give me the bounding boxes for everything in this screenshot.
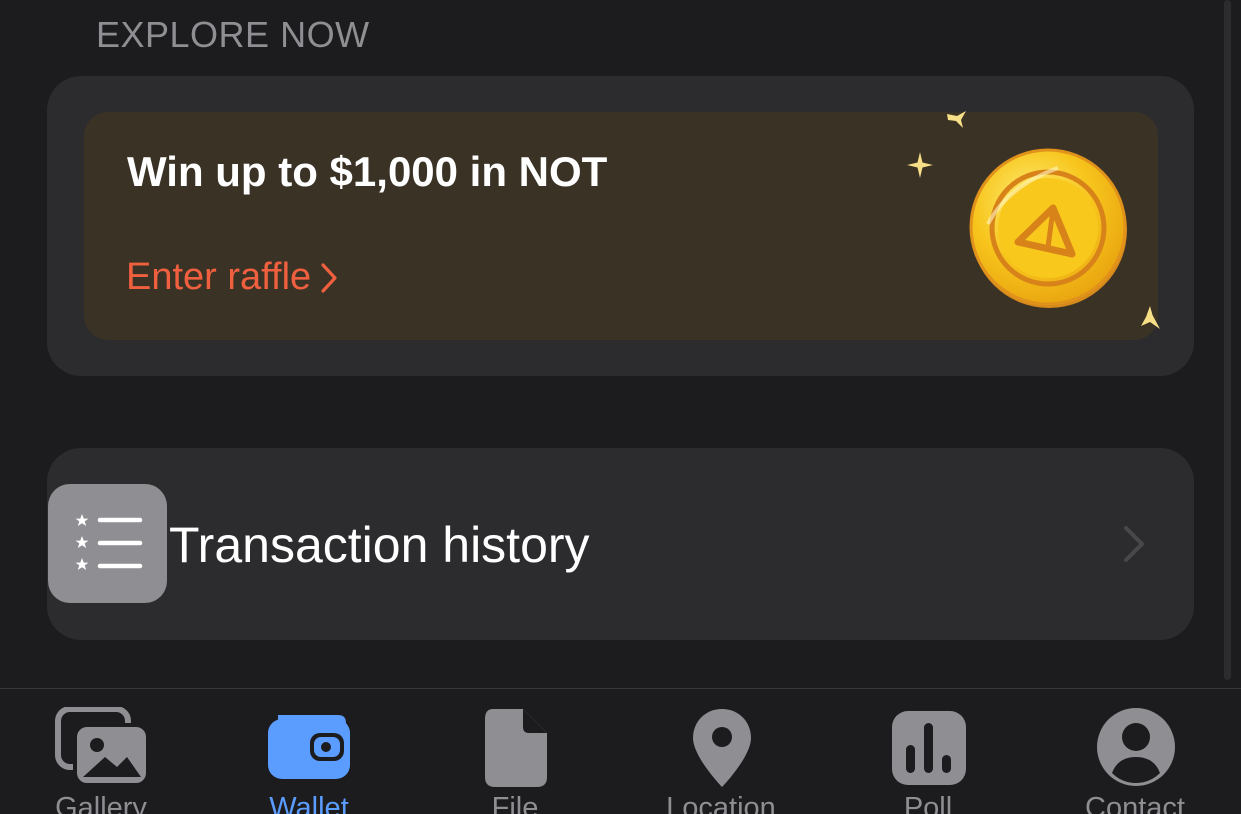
tab-location[interactable]: Location <box>621 689 821 814</box>
attachment-tab-bar: Gallery Wallet File Location Poll Contac… <box>0 688 1241 814</box>
tab-location-label: Location <box>666 792 776 814</box>
tab-poll-label: Poll <box>903 792 953 814</box>
tab-file[interactable]: File <box>415 689 615 814</box>
transaction-history-label: Transaction history <box>169 517 590 573</box>
tab-gallery[interactable]: Gallery <box>1 689 201 814</box>
contact-icon <box>1097 708 1175 786</box>
sparkle-icon <box>1141 306 1160 329</box>
sparkle-icon <box>947 111 966 128</box>
location-pin-icon <box>693 709 751 787</box>
not-coin-icon <box>969 148 1127 308</box>
tab-contact[interactable]: Contact <box>1035 689 1235 814</box>
gallery-icon <box>55 707 150 787</box>
tab-wallet-label: Wallet <box>269 792 349 814</box>
scrollbar[interactable] <box>1224 0 1231 680</box>
enter-raffle-label: Enter raffle <box>126 256 312 298</box>
starred-list-icon <box>75 514 143 570</box>
chevron-right-icon <box>321 262 337 293</box>
enter-raffle-link[interactable]: Enter raffle <box>126 256 339 299</box>
file-icon <box>485 709 547 787</box>
wallet-attach-screen: EXPLORE NOW Win up to $1,000 in NOT Ente… <box>0 0 1241 814</box>
tab-gallery-label: Gallery <box>55 792 147 814</box>
tab-poll[interactable]: Poll <box>828 689 1028 814</box>
wallet-icon <box>268 715 350 779</box>
tab-file-label: File <box>491 792 539 814</box>
transaction-history-icon-tile <box>48 484 167 603</box>
section-header: EXPLORE NOW <box>96 14 370 55</box>
promo-title: Win up to $1,000 in NOT <box>127 148 608 195</box>
chevron-right-icon <box>1124 526 1144 562</box>
poll-icon <box>892 711 966 785</box>
sparkle-icon <box>907 152 933 178</box>
tab-contact-label: Contact <box>1085 792 1185 814</box>
tab-wallet[interactable]: Wallet <box>209 689 409 814</box>
